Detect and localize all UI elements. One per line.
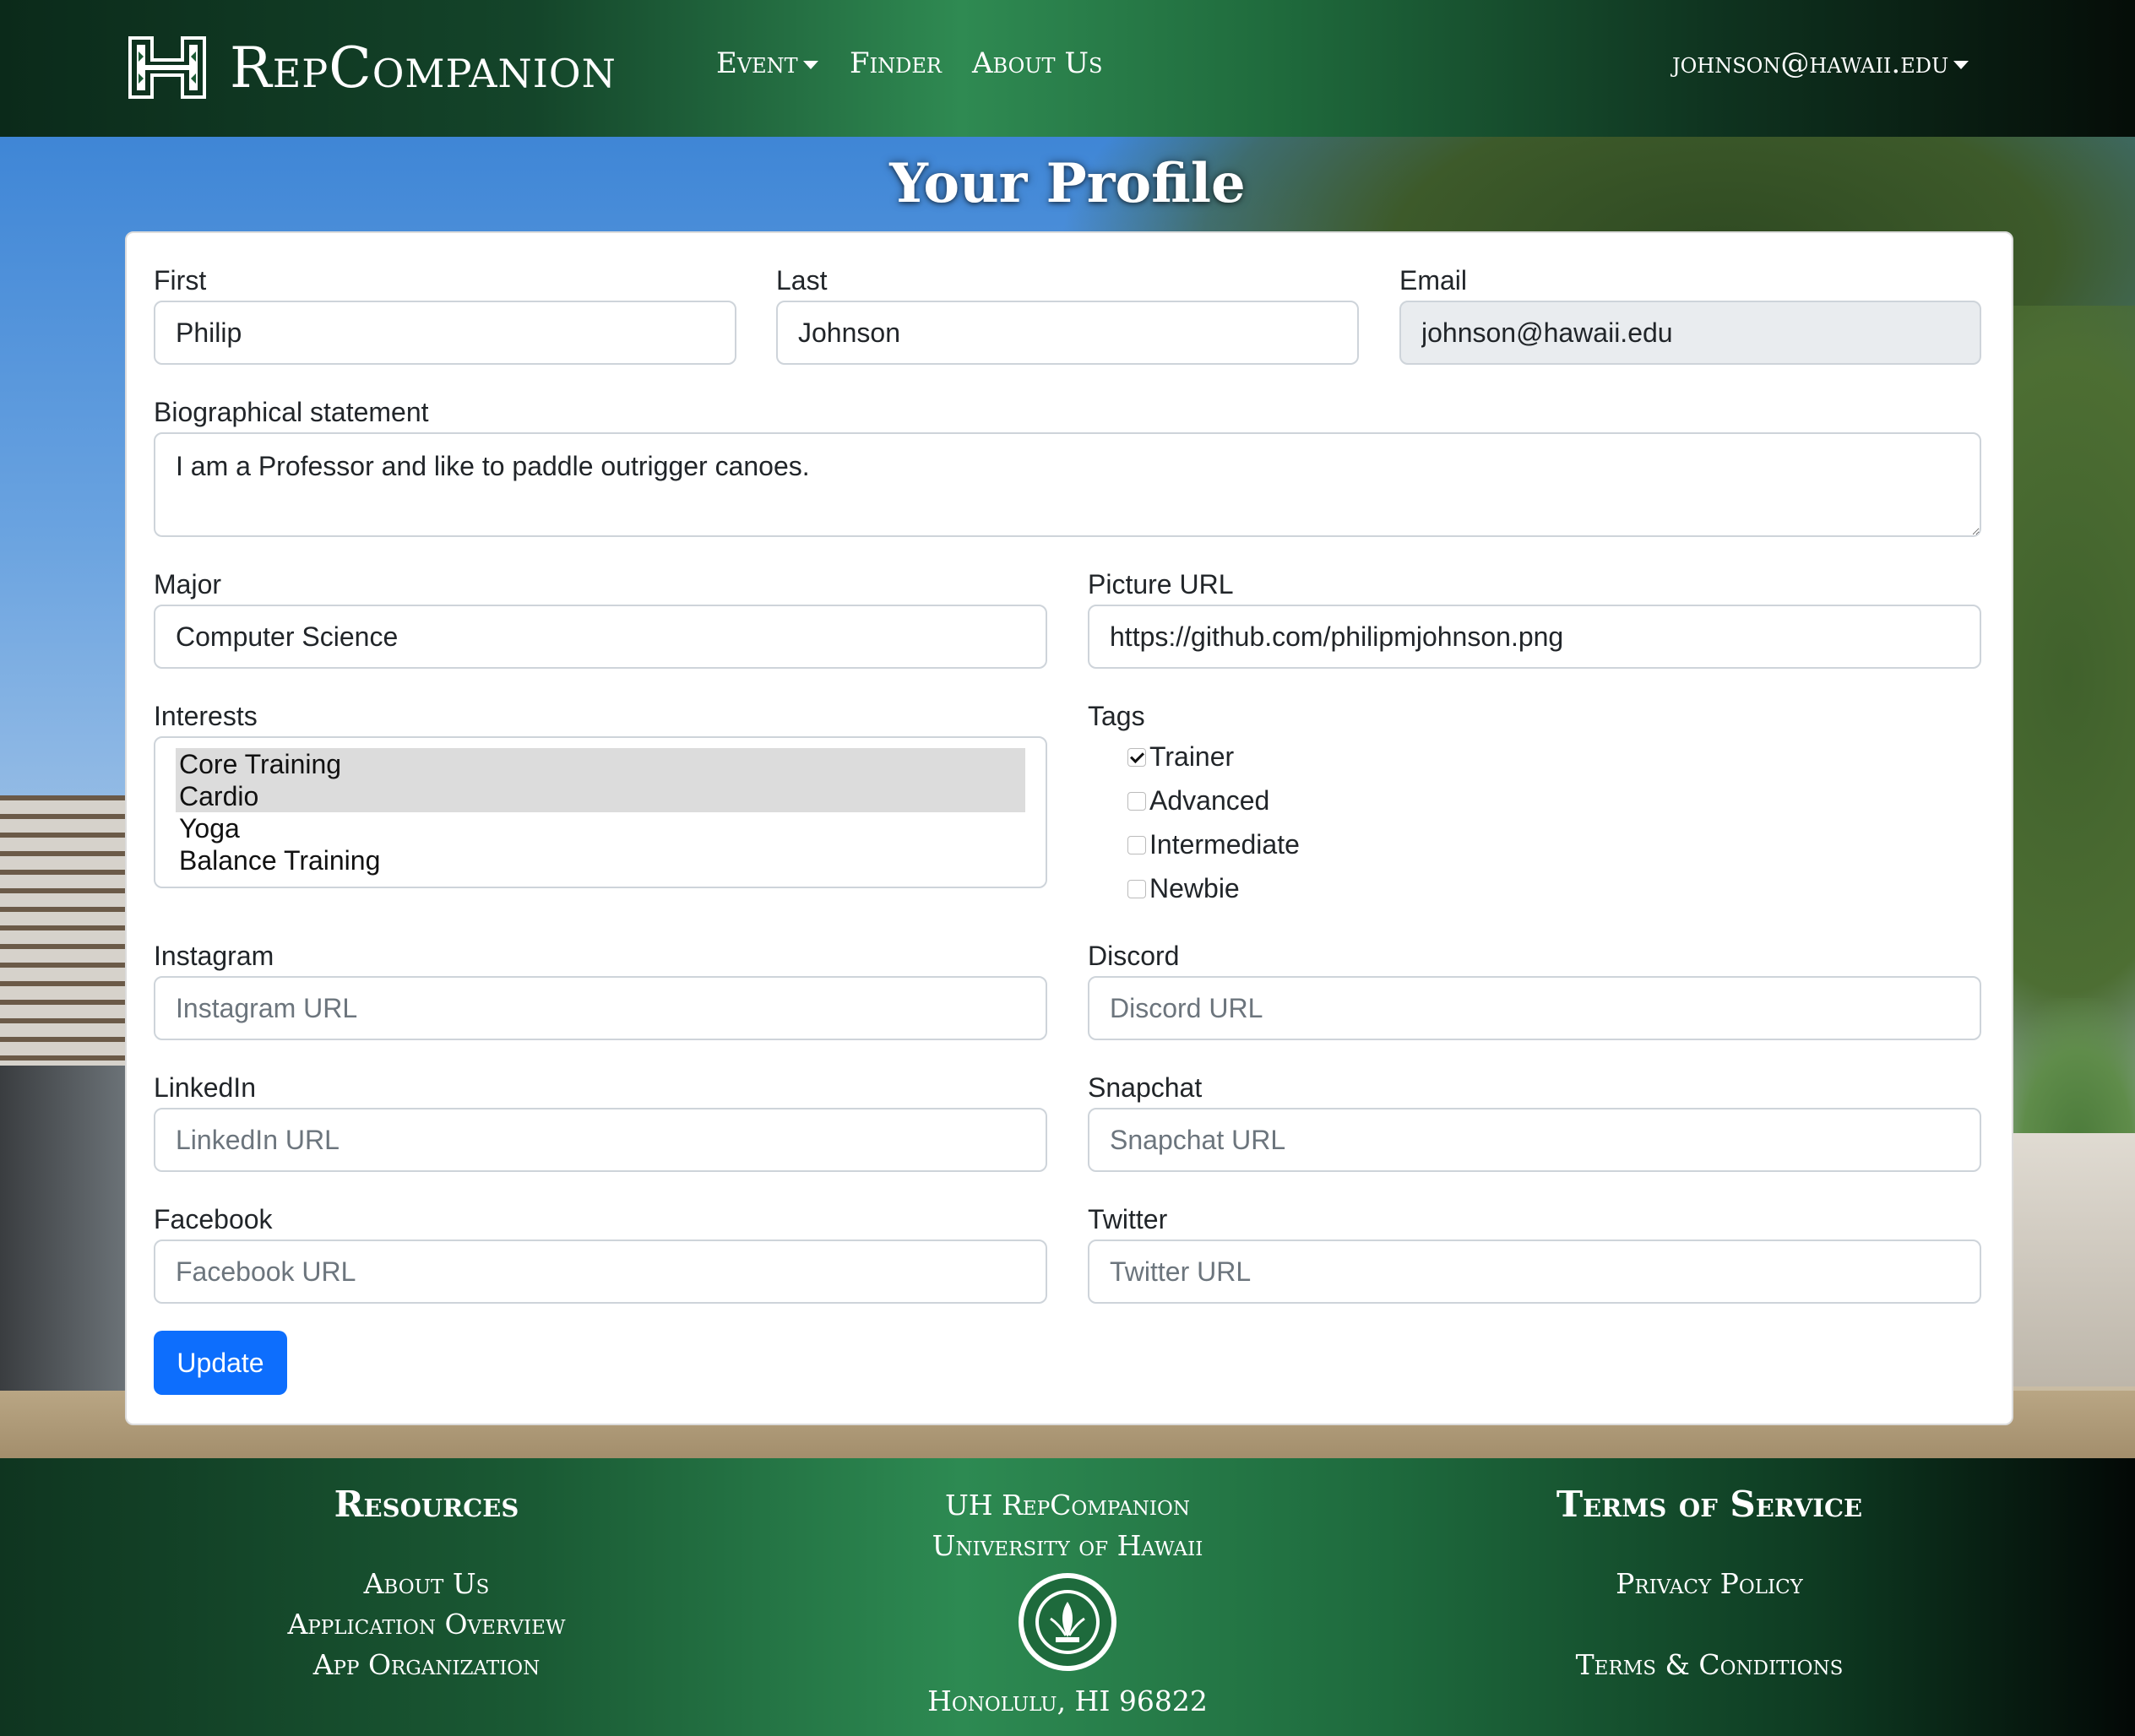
footer: Resources About Us Application Overview … bbox=[0, 1458, 2135, 1736]
nav-about-us[interactable]: About Us bbox=[972, 46, 1102, 80]
brand[interactable]: RepCompanion bbox=[125, 25, 617, 110]
first-label: First bbox=[154, 265, 207, 296]
interest-option[interactable]: Balance Training bbox=[176, 844, 1025, 876]
navbar: RepCompanion Event Finder About Us johns… bbox=[0, 0, 2135, 137]
email-label: Email bbox=[1399, 265, 1468, 296]
nav-finder[interactable]: Finder bbox=[850, 46, 942, 80]
tag-label: Trainer bbox=[1149, 741, 1235, 772]
footer-app-name: UH RepCompanion bbox=[944, 1489, 1190, 1522]
uh-seal-icon bbox=[1019, 1573, 1116, 1671]
interest-option[interactable]: Core Training bbox=[176, 748, 1025, 780]
tag-trainer[interactable]: Trainer bbox=[1127, 741, 1234, 773]
tag-label: Newbie bbox=[1149, 873, 1240, 903]
footer-resources-title: Resources bbox=[334, 1484, 519, 1525]
tag-label: Advanced bbox=[1149, 785, 1270, 816]
linkedin-label: LinkedIn bbox=[154, 1072, 256, 1103]
snapchat-input[interactable] bbox=[1088, 1108, 1981, 1172]
footer-link-terms-conditions[interactable]: Terms & Conditions bbox=[1540, 1645, 1878, 1685]
checkbox[interactable] bbox=[1127, 835, 1146, 854]
instagram-input[interactable] bbox=[154, 976, 1047, 1040]
tag-advanced[interactable]: Advanced bbox=[1127, 785, 1269, 816]
interest-option[interactable]: Yoga bbox=[176, 812, 1025, 844]
user-dropdown[interactable]: johnson@hawaii.edu bbox=[1672, 46, 1969, 80]
picture-url-input[interactable] bbox=[1088, 605, 1981, 669]
twitter-input[interactable] bbox=[1088, 1240, 1981, 1304]
discord-label: Discord bbox=[1088, 941, 1180, 971]
footer-link-app-organization[interactable]: App Organization bbox=[258, 1645, 595, 1685]
tags-label: Tags bbox=[1088, 701, 1145, 731]
interests-multiselect[interactable]: Core Training Cardio Yoga Balance Traini… bbox=[154, 736, 1047, 888]
footer-university: University of Hawaii bbox=[932, 1529, 1203, 1562]
instagram-label: Instagram bbox=[154, 941, 274, 971]
email-input[interactable] bbox=[1399, 301, 1981, 365]
first-name-input[interactable] bbox=[154, 301, 736, 365]
footer-terms-title: Terms of Service bbox=[1556, 1484, 1863, 1525]
footer-terms: Terms of Service Privacy Policy Terms & … bbox=[1540, 1484, 1878, 1685]
uh-h-logo-icon bbox=[128, 36, 206, 99]
caret-down-icon bbox=[802, 61, 818, 69]
picture-url-label: Picture URL bbox=[1088, 569, 1234, 599]
footer-center: UH RepCompanion University of Hawaii Hon… bbox=[899, 1485, 1236, 1722]
bio-label: Biographical statement bbox=[154, 397, 429, 427]
check-icon[interactable] bbox=[1127, 747, 1146, 767]
caret-down-icon bbox=[1953, 61, 1969, 69]
interest-option[interactable]: Cardio bbox=[176, 780, 1025, 812]
major-label: Major bbox=[154, 569, 222, 599]
twitter-label: Twitter bbox=[1088, 1204, 1168, 1234]
facebook-input[interactable] bbox=[154, 1240, 1047, 1304]
update-button[interactable]: Update bbox=[154, 1331, 287, 1395]
page-title: Your Profile bbox=[889, 152, 1246, 215]
footer-link-privacy-policy[interactable]: Privacy Policy bbox=[1540, 1564, 1878, 1604]
nav-event-label: Event bbox=[716, 46, 798, 80]
user-email: johnson@hawaii.edu bbox=[1672, 46, 1949, 80]
last-label: Last bbox=[776, 265, 828, 296]
checkbox[interactable] bbox=[1127, 879, 1146, 898]
snapchat-label: Snapchat bbox=[1088, 1072, 1203, 1103]
last-name-input[interactable] bbox=[776, 301, 1359, 365]
major-input[interactable] bbox=[154, 605, 1047, 669]
discord-input[interactable] bbox=[1088, 976, 1981, 1040]
footer-link-application-overview[interactable]: Application Overview bbox=[258, 1604, 595, 1645]
linkedin-input[interactable] bbox=[154, 1108, 1047, 1172]
nav-event-dropdown[interactable]: Event bbox=[716, 46, 818, 80]
footer-link-about-us[interactable]: About Us bbox=[258, 1564, 595, 1604]
footer-resources: Resources About Us Application Overview … bbox=[258, 1484, 595, 1685]
brand-name: RepCompanion bbox=[230, 35, 617, 100]
bio-textarea[interactable]: I am a Professor and like to paddle outr… bbox=[154, 432, 1981, 537]
interests-label: Interests bbox=[154, 701, 258, 731]
tag-label: Intermediate bbox=[1149, 829, 1300, 860]
footer-address: Honolulu, HI 96822 bbox=[927, 1684, 1208, 1717]
checkbox[interactable] bbox=[1127, 791, 1146, 811]
facebook-label: Facebook bbox=[154, 1204, 273, 1234]
tag-intermediate[interactable]: Intermediate bbox=[1127, 829, 1300, 860]
tag-newbie[interactable]: Newbie bbox=[1127, 873, 1240, 904]
